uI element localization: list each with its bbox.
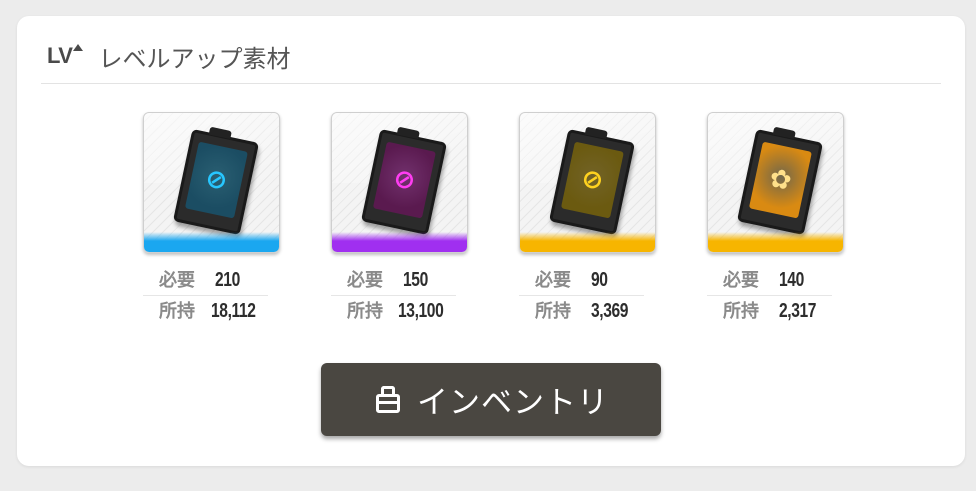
material-card[interactable]: ⊘ <box>519 112 656 253</box>
owned-label: 所持 <box>347 301 383 322</box>
rarity-stripe <box>144 232 279 252</box>
panel-header: LV レベルアップ素材 <box>47 40 291 73</box>
backpack-icon <box>373 385 403 415</box>
divider <box>41 83 941 84</box>
panel-title: レベルアップ素材 <box>98 44 291 73</box>
required-label: 必要 <box>347 270 383 291</box>
material-card[interactable]: ⊘ <box>331 112 468 253</box>
owned-value: 13,100 <box>397 300 444 322</box>
owned-label: 所持 <box>535 301 571 322</box>
material-item-purple[interactable]: ⊘ 必要 150 所持 13,100 <box>331 112 468 326</box>
rarity-stripe <box>708 232 843 252</box>
owned-label: 所持 <box>723 301 759 322</box>
owned-value: 3,369 <box>591 300 629 322</box>
required-label: 必要 <box>535 270 571 291</box>
material-list: ⊘ 必要 210 所持 18,112 ⊘ 必要 150 所持 13,100 ⊘ … <box>143 112 844 326</box>
owned-value: 2,317 <box>779 300 817 322</box>
required-label: 必要 <box>723 270 759 291</box>
rarity-stripe <box>332 232 467 252</box>
material-item-blue[interactable]: ⊘ 必要 210 所持 18,112 <box>143 112 280 326</box>
rarity-stripe <box>520 232 655 252</box>
required-value: 210 <box>215 269 240 291</box>
required-value: 90 <box>591 269 608 291</box>
inventory-button-label: インベントリ <box>417 385 609 421</box>
owned-label: 所持 <box>159 301 195 322</box>
lv-label: LV <box>47 43 73 68</box>
material-card[interactable]: ⊘ <box>143 112 280 253</box>
material-item-gold[interactable]: ⊘ 必要 90 所持 3,369 <box>519 112 656 326</box>
owned-value: 18,112 <box>210 300 256 322</box>
required-value: 140 <box>779 269 804 291</box>
level-up-icon: LV <box>47 43 84 69</box>
required-label: 必要 <box>159 270 195 291</box>
inventory-button[interactable]: インベントリ <box>321 363 661 436</box>
required-value: 150 <box>403 269 428 291</box>
level-up-materials-panel: LV レベルアップ素材 ⊘ 必要 210 所持 18,112 ⊘ 必要 150 … <box>17 16 965 466</box>
material-card[interactable]: ✿ <box>707 112 844 253</box>
material-item-orange[interactable]: ✿ 必要 140 所持 2,317 <box>707 112 844 326</box>
